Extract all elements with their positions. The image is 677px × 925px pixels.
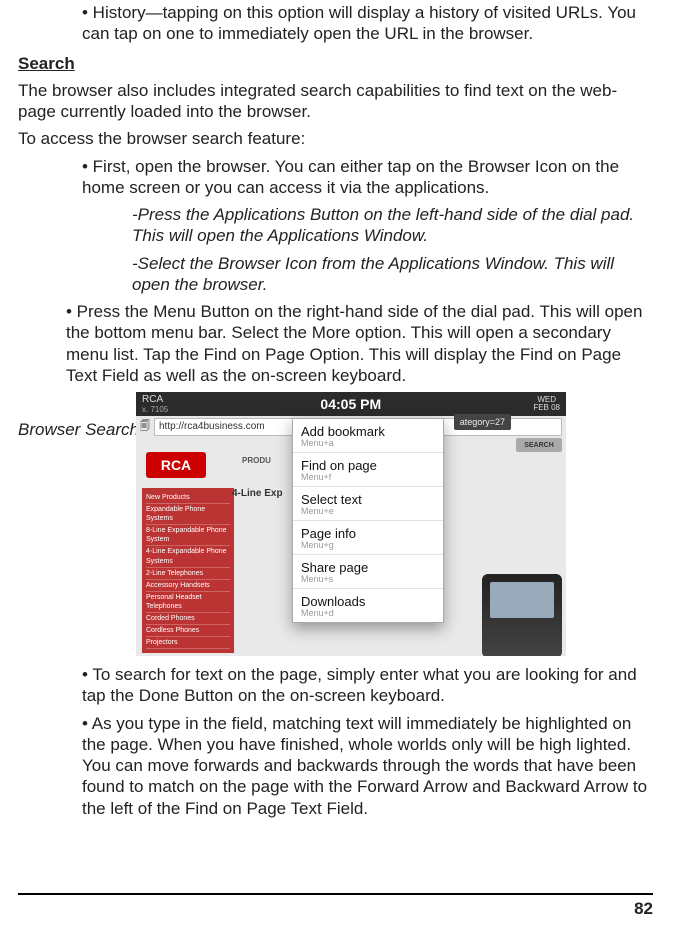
sidebar-item[interactable]: Accessory Handsets: [146, 580, 230, 592]
more-menu-popup: Add bookmark Menu+a Find on page Menu+f …: [292, 418, 444, 623]
menu-item-add-bookmark[interactable]: Add bookmark Menu+a: [293, 419, 443, 453]
menu-item-label: Add bookmark: [301, 424, 435, 439]
nav-products[interactable]: PRODU: [242, 456, 271, 478]
sidebar-item[interactable]: 8-Line Expandable Phone System: [146, 525, 230, 546]
menu-item-label: Find on page: [301, 458, 435, 473]
first-open-bullet: • First, open the browser. You can eithe…: [82, 156, 653, 199]
menu-item-page-info[interactable]: Page info Menu+g: [293, 521, 443, 555]
menu-item-label: Downloads: [301, 594, 435, 609]
model-label: x. 7105: [142, 405, 168, 414]
page-number: 82: [634, 899, 653, 919]
rca-logo: RCA: [146, 452, 206, 478]
clock-time: 04:05 PM: [174, 396, 527, 412]
menu-item-shortcut: Menu+s: [301, 574, 435, 587]
sidebar-item[interactable]: 4-Line Expandable Phone Systems: [146, 546, 230, 567]
browser-search-options-figure: RCA x. 7105 04:05 PM WED FEB 08 🗐 http:/…: [136, 392, 566, 656]
sidebar-item[interactable]: 2-Line Telephones: [146, 568, 230, 580]
search-heading: Search: [18, 53, 653, 74]
sidebar-item[interactable]: Projectors: [146, 637, 230, 649]
menu-item-label: Share page: [301, 560, 435, 575]
search-button[interactable]: SEARCH: [516, 438, 562, 452]
carrier-label: RCA: [142, 394, 168, 405]
history-bullet: • History—tapping on this option will di…: [82, 2, 653, 45]
search-intro: The browser also includes integrated sea…: [18, 80, 653, 123]
menu-item-label: Page info: [301, 526, 435, 541]
menu-item-shortcut: Menu+d: [301, 608, 435, 621]
webpage-main-heading: 4-Line Exp: [232, 488, 283, 499]
menu-item-label: Select text: [301, 492, 435, 507]
sub-step-applications-button: -Press the Applications Button on the le…: [132, 204, 653, 247]
sidebar-item[interactable]: Cordless Phones: [146, 625, 230, 637]
menu-item-find-on-page[interactable]: Find on page Menu+f: [293, 453, 443, 487]
clock-date: FEB 08: [533, 404, 560, 412]
product-image: [482, 574, 562, 656]
menu-item-shortcut: Menu+e: [301, 506, 435, 519]
page-icon: 🗐: [140, 419, 150, 436]
sidebar-item[interactable]: Corded Phones: [146, 613, 230, 625]
sidebar-item[interactable]: New Products: [146, 492, 230, 504]
menu-button-bullet: • Press the Menu Button on the right-han…: [66, 301, 653, 386]
highlight-bullet: • As you type in the field, matching tex…: [82, 713, 653, 819]
sidebar-item[interactable]: Personal Headset Telephones: [146, 592, 230, 613]
menu-item-share-page[interactable]: Share page Menu+s: [293, 555, 443, 589]
menu-item-shortcut: Menu+g: [301, 540, 435, 553]
status-bar: RCA x. 7105 04:05 PM WED FEB 08: [136, 392, 566, 416]
menu-item-select-text[interactable]: Select text Menu+e: [293, 487, 443, 521]
menu-item-shortcut: Menu+f: [301, 472, 435, 485]
menu-item-downloads[interactable]: Downloads Menu+d: [293, 589, 443, 622]
access-line: To access the browser search feature:: [18, 128, 653, 149]
footer-rule: [18, 893, 653, 895]
sidebar-item[interactable]: Expandable Phone Systems: [146, 504, 230, 525]
search-for-text-bullet: • To search for text on the page, simply…: [82, 664, 653, 707]
webpage-sidebar: New Products Expandable Phone Systems 8-…: [142, 488, 234, 653]
sub-step-browser-icon: -Select the Browser Icon from the Applic…: [132, 253, 653, 296]
menu-item-shortcut: Menu+a: [301, 438, 435, 451]
url-category-pill: ategory=27: [454, 414, 511, 430]
